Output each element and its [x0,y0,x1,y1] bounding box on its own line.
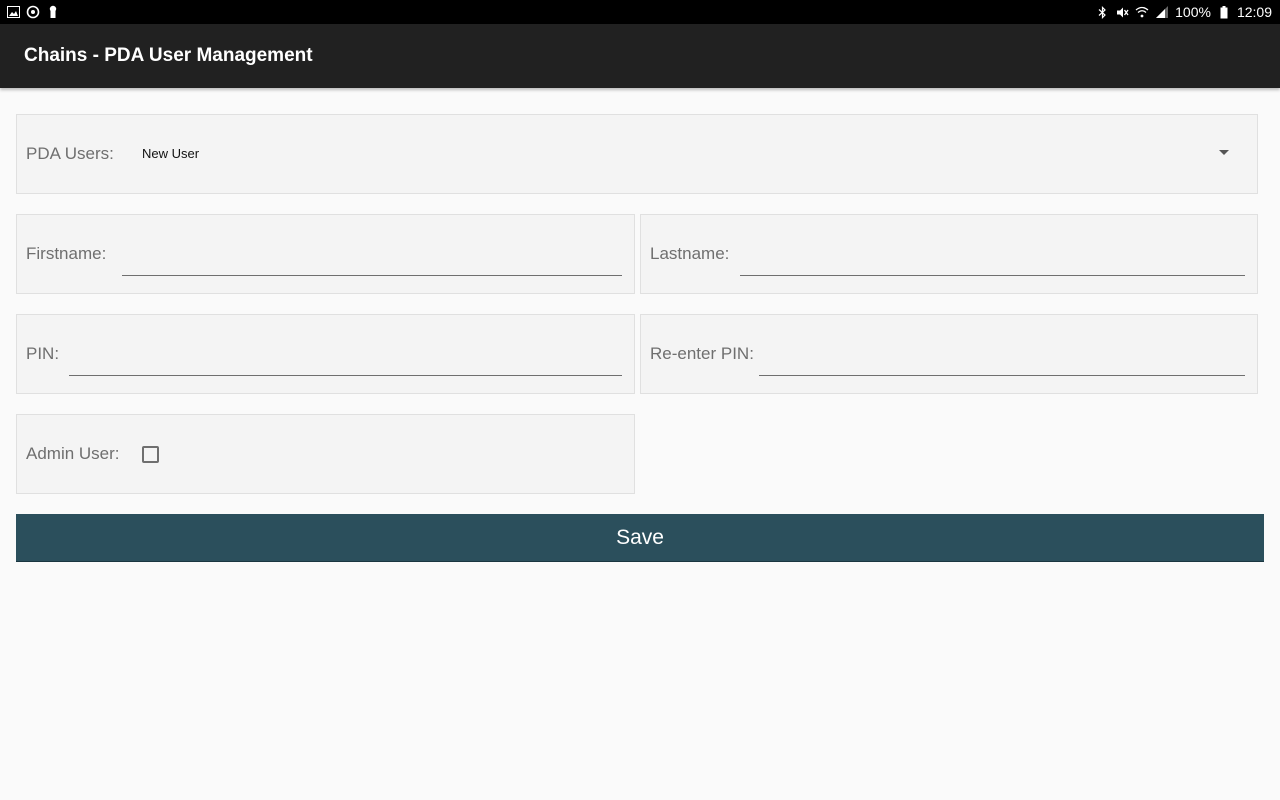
bluetooth-icon [1095,5,1109,19]
firstname-field[interactable] [122,252,622,276]
wifi-icon [1135,5,1149,19]
pin-label: PIN: [26,344,60,363]
lastname-field[interactable] [740,252,1245,276]
image-icon [6,5,20,19]
mute-icon [1115,5,1129,19]
status-bar: 100% 12:09 [0,0,1280,24]
lastname-row: Lastname: [640,214,1258,294]
pda-users-selected[interactable]: New User [142,146,199,161]
admin-user-label: Admin User: [26,444,120,463]
app-bar: Chains - PDA User Management [0,24,1280,88]
pda-users-row[interactable]: PDA Users: New User [16,114,1258,194]
pda-users-label: PDA Users: [26,144,114,163]
pin-row: PIN: [16,314,635,394]
battery-icon [1217,5,1231,19]
status-bar-left [6,5,60,19]
admin-user-checkbox[interactable] [142,446,159,463]
admin-user-row: Admin User: [16,414,635,494]
status-time: 12:09 [1236,4,1272,20]
firstname-row: Firstname: [16,214,635,294]
save-button[interactable]: Save [16,514,1264,562]
keyhole-icon [46,5,60,19]
reenter-pin-label: Re-enter PIN: [650,344,754,363]
signal-icon [1155,5,1169,19]
sync-icon [26,5,40,19]
pin-field[interactable] [69,352,622,376]
reenter-pin-field[interactable] [759,352,1245,376]
status-bar-right: 100% 12:09 [1095,4,1272,20]
firstname-label: Firstname: [26,244,107,263]
page-title: Chains - PDA User Management [24,45,313,66]
reenter-pin-row: Re-enter PIN: [640,314,1258,394]
chevron-down-icon[interactable] [1219,150,1229,155]
lastname-label: Lastname: [650,244,730,263]
battery-percent: 100% [1175,4,1211,20]
